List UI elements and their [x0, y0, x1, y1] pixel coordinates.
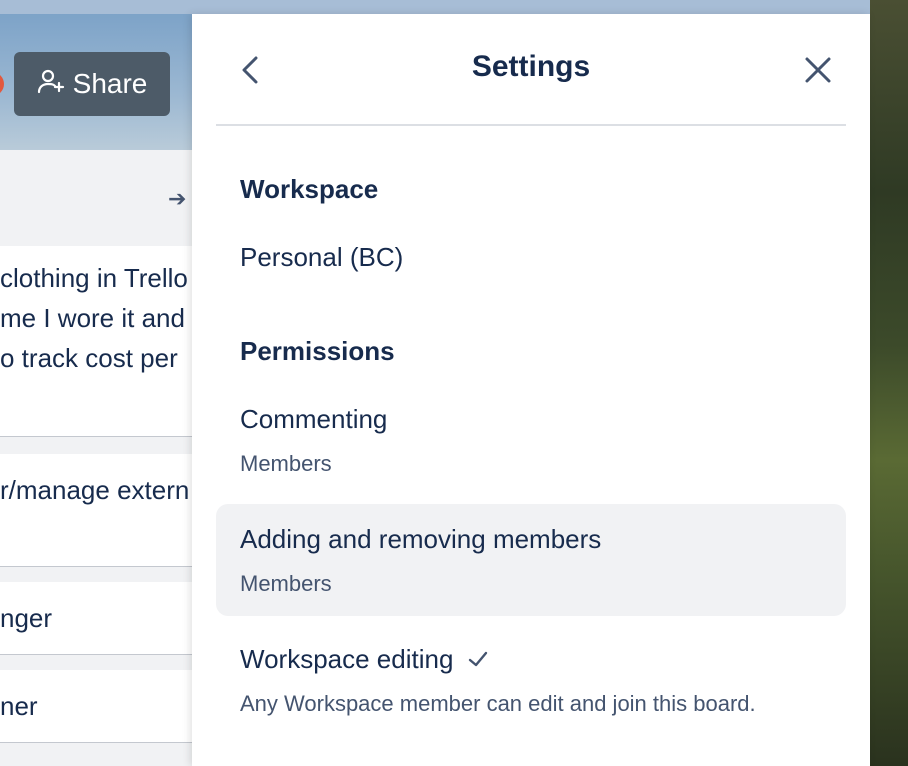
panel-title: Settings — [471, 50, 591, 83]
list-card[interactable]: nger — [0, 582, 192, 654]
board-list: ➔ clothing in Trello me I wore it and o … — [0, 150, 192, 766]
permission-workspace-editing[interactable]: Workspace editing Any Workspace member c… — [216, 626, 846, 766]
settings-panel: Settings Workspace Personal (BC) Permiss… — [192, 14, 870, 766]
list-card[interactable]: clothing in Trello me I wore it and o tr… — [0, 246, 192, 436]
permission-value: Any Workspace member can edit and join t… — [240, 691, 756, 716]
card-text-line: nger — [0, 603, 53, 633]
close-button[interactable] — [798, 50, 838, 90]
permission-commenting[interactable]: Commenting Members — [216, 388, 846, 488]
permission-title: Commenting — [240, 404, 388, 434]
workspace-heading: Workspace — [240, 174, 379, 204]
list-card[interactable]: r/manage extern — [0, 454, 192, 566]
card-text-line: o track cost per — [0, 343, 178, 373]
card-text-line: clothing in Trello — [0, 263, 188, 293]
panel-header: Settings — [216, 14, 846, 126]
top-strip — [0, 0, 870, 14]
avatar[interactable] — [0, 72, 4, 96]
card-text-line: r/manage extern — [0, 475, 190, 505]
check-icon — [467, 646, 489, 677]
add-person-icon — [37, 67, 65, 102]
workspace-value: Personal (BC) — [240, 242, 404, 272]
permission-value: Members — [240, 451, 332, 476]
card-text-line: me I wore it and — [0, 303, 185, 333]
share-button[interactable]: Share — [14, 52, 170, 116]
share-label: Share — [72, 68, 148, 99]
collapse-list-icon[interactable]: ➔ — [168, 186, 186, 212]
close-icon — [798, 57, 838, 94]
workspace-select[interactable]: Personal (BC) — [216, 234, 846, 284]
permission-title: Adding and removing members — [240, 524, 602, 554]
permissions-heading: Permissions — [240, 336, 395, 366]
permission-value: Members — [240, 571, 332, 596]
card-text-line: ner — [0, 691, 38, 721]
board-header: Share — [0, 14, 192, 150]
permission-title-row: Workspace editing — [240, 644, 489, 677]
permission-title: Workspace editing — [240, 644, 454, 674]
background-image — [870, 0, 908, 766]
list-card[interactable]: ner — [0, 670, 192, 742]
permission-adding-removing-members[interactable]: Adding and removing members Members — [216, 504, 846, 616]
